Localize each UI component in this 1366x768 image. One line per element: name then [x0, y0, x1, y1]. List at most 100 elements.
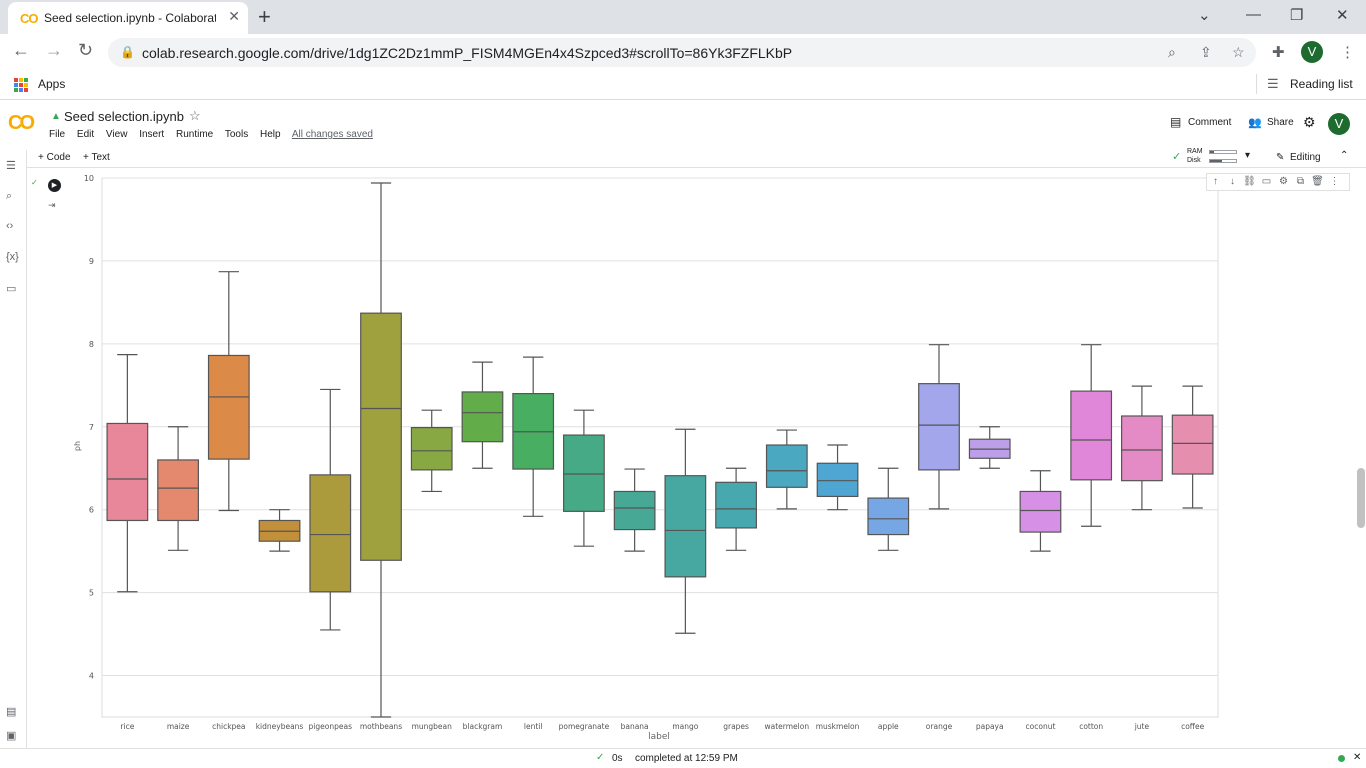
files-folder-icon[interactable]: ▭: [6, 282, 16, 295]
comment-button[interactable]: Comment: [1188, 117, 1231, 128]
move-down-icon[interactable]: ↓: [1224, 174, 1241, 190]
divider: [1256, 74, 1257, 94]
add-code-button[interactable]: + Code: [38, 152, 71, 163]
resources-dropdown-icon[interactable]: ▾: [1245, 150, 1250, 161]
cell-more-icon[interactable]: ⋮: [1326, 174, 1343, 190]
comment-cell-icon[interactable]: ▭: [1258, 174, 1275, 190]
x-tick-label: apple: [878, 722, 899, 731]
zoom-search-icon[interactable]: ⌕: [1168, 44, 1176, 61]
menu-tools[interactable]: Tools: [225, 129, 248, 140]
close-window-icon[interactable]: ✕: [1336, 6, 1349, 24]
user-avatar[interactable]: V: [1328, 113, 1350, 135]
cell-done-check-icon: ✓: [31, 178, 38, 187]
menu-file[interactable]: File: [49, 129, 65, 140]
runtime-status-dot: [1338, 755, 1345, 762]
variables-icon[interactable]: {x}: [6, 251, 19, 263]
lock-icon[interactable]: 🔒: [120, 45, 135, 59]
ram-meter[interactable]: [1209, 150, 1237, 154]
menu-insert[interactable]: Insert: [139, 129, 164, 140]
cell-settings-icon[interactable]: ⚙: [1275, 174, 1292, 190]
browser-menu-icon[interactable]: ⋮: [1340, 43, 1355, 61]
iqr-box: [1070, 390, 1113, 481]
drive-icon: ▲: [51, 111, 61, 122]
reading-list-icon[interactable]: ☰: [1267, 76, 1279, 92]
tab-search-icon[interactable]: ⌄: [1198, 6, 1211, 24]
menu-bar: File Edit View Insert Runtime Tools Help…: [49, 129, 382, 140]
add-text-button[interactable]: + Text: [83, 152, 110, 163]
x-tick-label: chickpea: [212, 722, 245, 731]
y-tick-label: 9: [89, 257, 94, 266]
code-snippets-icon[interactable]: ‹›: [6, 220, 13, 232]
editing-mode[interactable]: Editing: [1290, 152, 1321, 163]
menu-edit[interactable]: Edit: [77, 129, 94, 140]
forward-icon[interactable]: →: [45, 40, 63, 61]
share-page-icon[interactable]: ⇪: [1200, 44, 1212, 61]
menu-view[interactable]: View: [106, 129, 128, 140]
star-icon[interactable]: ☆: [189, 108, 201, 124]
restore-icon[interactable]: ❐: [1290, 6, 1303, 24]
close-tab-icon[interactable]: ✕: [228, 8, 240, 25]
x-tick-label: mango: [672, 722, 698, 731]
iqr-box: [715, 481, 757, 529]
collapse-header-icon[interactable]: ⌃: [1340, 150, 1348, 161]
bookmarks-bar: Apps ☰ Reading list: [0, 70, 1366, 100]
close-status-icon[interactable]: ✕: [1353, 752, 1361, 763]
x-tick-label: pigeonpeas: [309, 722, 353, 731]
profile-avatar[interactable]: V: [1301, 41, 1323, 63]
menu-help[interactable]: Help: [260, 129, 281, 140]
y-tick-label: 8: [89, 340, 94, 349]
apps-bookmark[interactable]: Apps: [38, 77, 65, 91]
command-palette-icon[interactable]: ▤: [6, 705, 16, 718]
y-tick-label: 10: [84, 174, 94, 183]
scrollbar-thumb[interactable]: [1357, 468, 1365, 528]
terminal-icon[interactable]: ▣: [6, 729, 16, 742]
iqr-box: [613, 490, 656, 531]
search-icon[interactable]: ⌕: [6, 190, 12, 203]
colab-header: CO ▲ Seed selection.ipynb ☆ File Edit Vi…: [0, 102, 1366, 148]
notebook-title[interactable]: Seed selection.ipynb: [64, 109, 184, 124]
y-tick-label: 6: [89, 506, 94, 515]
iqr-box: [207, 354, 250, 460]
reload-icon[interactable]: ↻: [78, 40, 93, 61]
delete-cell-icon[interactable]: 🗑: [1309, 174, 1326, 190]
x-tick-label: coffee: [1181, 722, 1204, 731]
disk-meter[interactable]: [1209, 159, 1237, 163]
x-tick-label: orange: [926, 722, 953, 731]
x-tick-label: mothbeans: [360, 722, 402, 731]
iqr-box: [918, 383, 960, 471]
cell-toolbar: ↑ ↓ ⛓ ▭ ⚙ ⧉ 🗑 ⋮: [1206, 173, 1350, 191]
link-icon[interactable]: ⛓: [1241, 174, 1258, 190]
iqr-box: [106, 422, 149, 522]
omnibox[interactable]: 🔒 colab.research.google.com/drive/1dg1ZC…: [108, 38, 1256, 67]
iqr-box: [664, 475, 707, 578]
bookmark-star-icon[interactable]: ☆: [1232, 44, 1245, 61]
minimize-icon[interactable]: —: [1246, 6, 1261, 23]
x-tick-label: pomegranate: [559, 722, 610, 731]
share-button[interactable]: Share: [1267, 117, 1294, 128]
x-tick-label: coconut: [1026, 722, 1056, 731]
extensions-icon[interactable]: ✚: [1272, 43, 1285, 61]
x-tick-label: rice: [120, 722, 134, 731]
save-status[interactable]: All changes saved: [292, 129, 373, 140]
iqr-box: [1121, 415, 1163, 482]
edit-pencil-icon: ✎: [1276, 152, 1285, 163]
new-tab-icon[interactable]: +: [258, 4, 271, 30]
y-axis-label: ph: [73, 441, 82, 451]
browser-tab[interactable]: CO Seed selection.ipynb - Colaborat ✕: [8, 2, 248, 34]
status-text[interactable]: completed at 12:59 PM: [635, 753, 738, 764]
mirror-cell-icon[interactable]: ⧉: [1292, 174, 1309, 190]
comment-icon[interactable]: ▤: [1170, 115, 1181, 129]
x-tick-label: jute: [1134, 722, 1150, 731]
url-text[interactable]: colab.research.google.com/drive/1dg1ZC2D…: [142, 45, 792, 61]
menu-runtime[interactable]: Runtime: [176, 129, 213, 140]
reading-list-link[interactable]: Reading list: [1290, 77, 1353, 91]
apps-grid-icon[interactable]: [14, 78, 28, 92]
back-icon[interactable]: ←: [12, 40, 30, 61]
table-of-contents-icon[interactable]: ☰: [6, 159, 16, 172]
settings-gear-icon[interactable]: ⚙: [1303, 114, 1316, 131]
x-tick-label: maize: [167, 722, 190, 731]
share-people-icon[interactable]: 👥: [1248, 116, 1262, 129]
colab-logo-icon[interactable]: CO: [8, 112, 35, 135]
move-up-icon[interactable]: ↑: [1207, 174, 1224, 190]
ram-label: RAM: [1187, 148, 1203, 155]
